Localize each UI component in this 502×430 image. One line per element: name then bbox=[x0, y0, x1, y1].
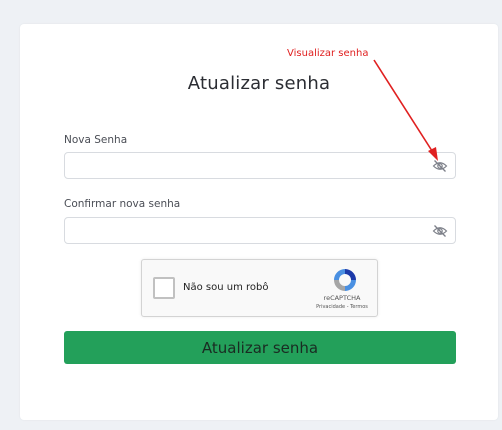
confirm-password-field bbox=[64, 217, 456, 244]
recaptcha-label: Não sou um robô bbox=[183, 282, 269, 293]
recaptcha-widget: Não sou um robô reCAPTCHA Privacidade - … bbox=[141, 259, 378, 317]
recaptcha-brand: reCAPTCHA bbox=[323, 294, 361, 302]
recaptcha-checkbox[interactable] bbox=[153, 277, 175, 299]
update-password-button[interactable]: Atualizar senha bbox=[64, 331, 456, 364]
recaptcha-logo-icon bbox=[334, 269, 356, 291]
annotation-label: Visualizar senha bbox=[287, 48, 369, 59]
eye-off-icon[interactable] bbox=[432, 224, 448, 238]
confirm-password-input[interactable] bbox=[65, 218, 455, 243]
recaptcha-links[interactable]: Privacidade - Termos bbox=[305, 304, 379, 310]
confirm-password-label: Confirmar nova senha bbox=[64, 198, 181, 210]
new-password-label: Nova Senha bbox=[64, 134, 128, 146]
annotation-arrow-icon bbox=[373, 59, 438, 161]
